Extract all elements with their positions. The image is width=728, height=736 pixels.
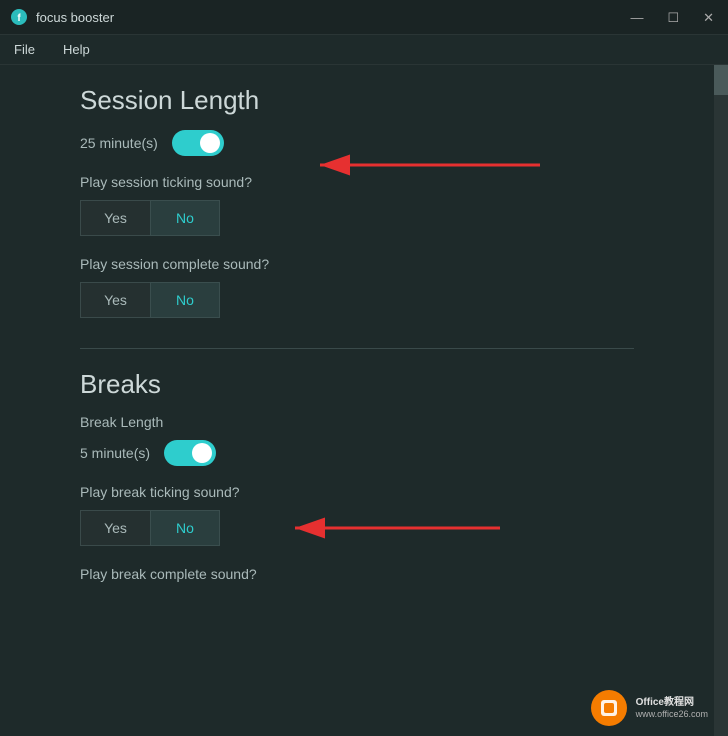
scrollbar-thumb[interactable] [714, 65, 728, 95]
settings-content: Session Length 25 minute(s) Play session… [0, 65, 714, 736]
session-length-title: Session Length [80, 85, 634, 116]
app-title: focus booster [36, 10, 626, 25]
session-complete-yn: Yes No [80, 282, 634, 318]
session-ticking-row: Play session ticking sound? Yes No [80, 174, 634, 236]
session-ticking-label: Play session ticking sound? [80, 174, 634, 190]
session-length-toggle[interactable] [172, 130, 224, 156]
file-menu[interactable]: File [8, 38, 41, 61]
break-length-toggle[interactable] [164, 440, 216, 466]
session-complete-row: Play session complete sound? Yes No [80, 256, 634, 318]
break-complete-label: Play break complete sound? [80, 566, 634, 582]
toggle-thumb-session [200, 133, 220, 153]
app-icon: f [10, 8, 28, 26]
session-ticking-no[interactable]: No [150, 200, 220, 236]
break-ticking-label: Play break ticking sound? [80, 484, 634, 500]
titlebar: f focus booster — ☐ ✕ [0, 0, 728, 35]
maximize-button[interactable]: ☐ [663, 9, 683, 26]
break-length-label: Break Length [80, 414, 634, 430]
break-length-value: 5 minute(s) [80, 445, 150, 461]
session-ticking-yn: Yes No [80, 200, 634, 236]
toggle-thumb-break [192, 443, 212, 463]
toggle-track-session [172, 130, 224, 156]
break-complete-row: Play break complete sound? [80, 566, 634, 582]
minimize-button[interactable]: — [626, 9, 647, 26]
session-length-row: 25 minute(s) [80, 130, 634, 156]
breaks-title: Breaks [80, 369, 634, 400]
menubar: File Help [0, 35, 728, 65]
break-ticking-yes[interactable]: Yes [80, 510, 150, 546]
session-complete-no[interactable]: No [150, 282, 220, 318]
scrollbar-track[interactable] [714, 65, 728, 736]
toggle-track-break [164, 440, 216, 466]
session-ticking-yes[interactable]: Yes [80, 200, 150, 236]
session-complete-yes[interactable]: Yes [80, 282, 150, 318]
break-ticking-yn: Yes No [80, 510, 634, 546]
close-button[interactable]: ✕ [699, 9, 718, 26]
session-complete-label: Play session complete sound? [80, 256, 634, 272]
breaks-section: Breaks Break Length 5 minute(s) Play bre… [0, 349, 714, 612]
window-controls: — ☐ ✕ [626, 9, 718, 26]
session-length-value: 25 minute(s) [80, 135, 158, 151]
help-menu[interactable]: Help [57, 38, 96, 61]
break-ticking-row: Play break ticking sound? Yes No [80, 484, 634, 546]
break-ticking-no[interactable]: No [150, 510, 220, 546]
app-container: Session Length 25 minute(s) Play session… [0, 65, 728, 736]
break-length-row: 5 minute(s) [80, 440, 634, 466]
session-length-section: Session Length 25 minute(s) Play session… [0, 65, 714, 348]
watermark: Office教程网 www.office26.com [591, 690, 708, 726]
